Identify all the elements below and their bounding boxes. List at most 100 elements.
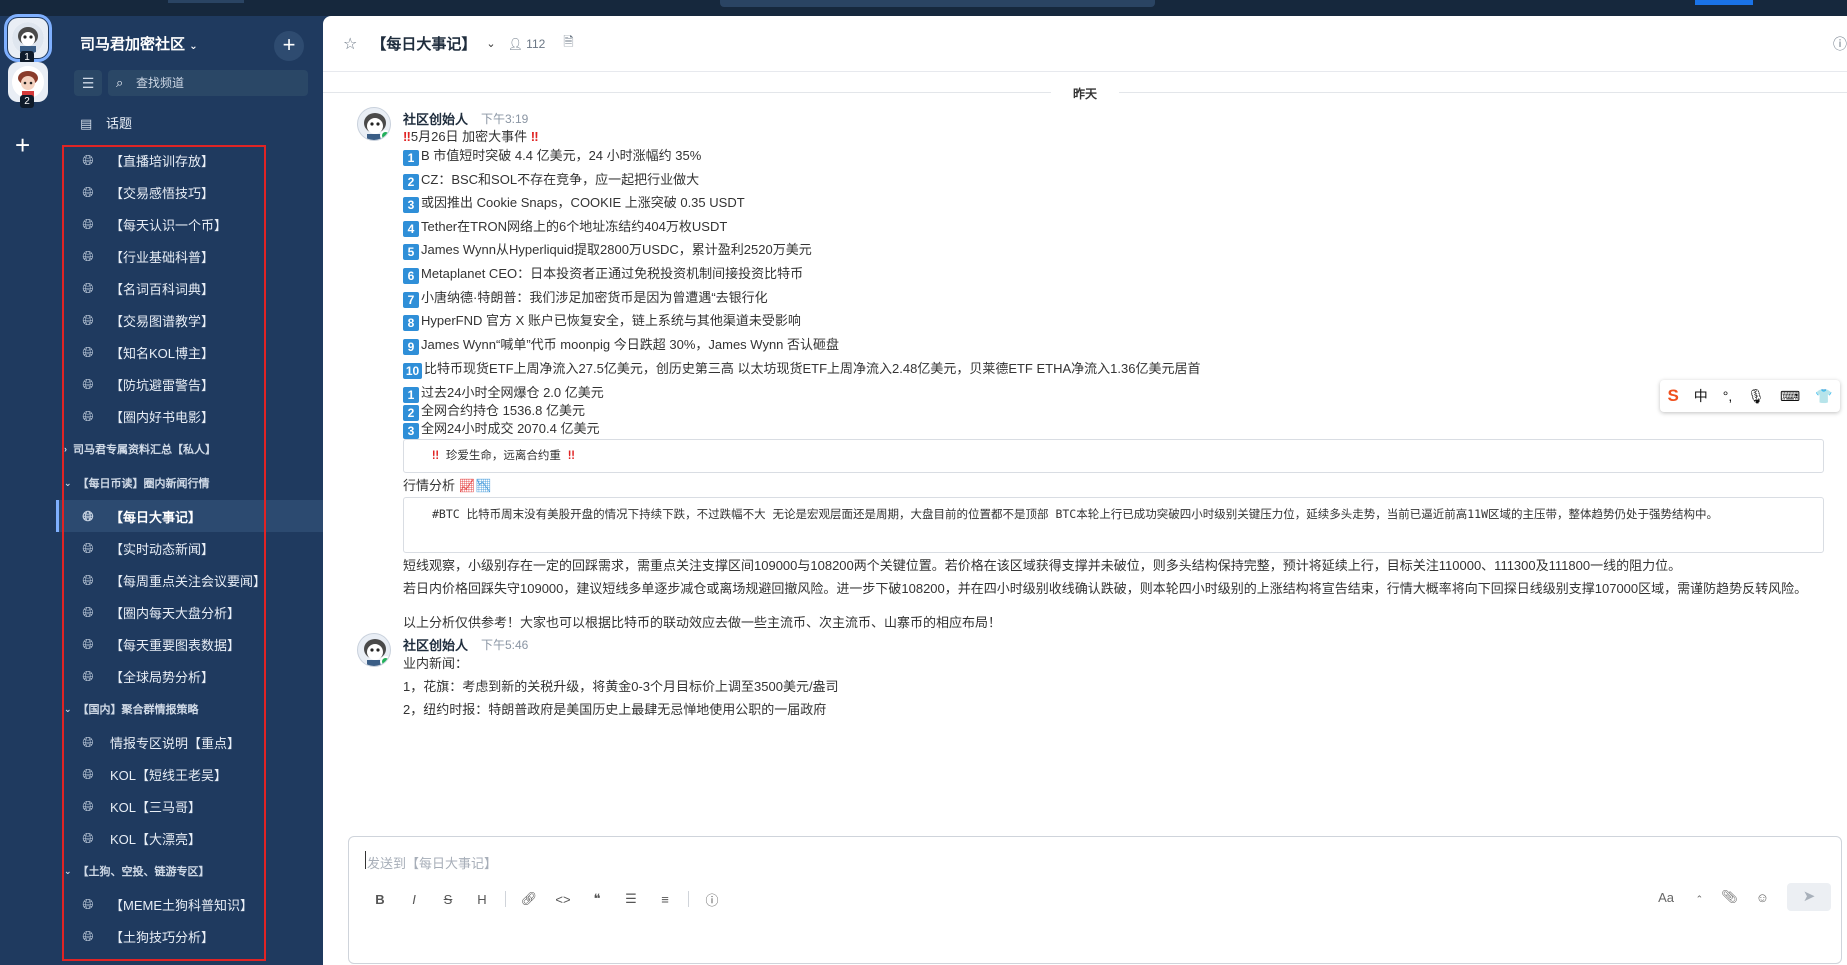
message-author[interactable]: 社区创始人: [403, 635, 468, 654]
analysis-paragraph: 若日内价格回踩失守109000，建议短线多单逐步减仓或离场规避回撤风险。进一步下…: [403, 581, 1808, 596]
sidebar-item-channel[interactable]: 🌐︎ 【防坑避雷警告】: [56, 368, 323, 400]
sidebar-item-channel[interactable]: 🌐︎ KOL【大漂亮】: [56, 822, 323, 854]
link-icon[interactable]: 🔗︎: [512, 891, 546, 907]
sidebar-item-channel[interactable]: 🌐︎ 【交易图谱教学】: [56, 304, 323, 336]
text-caret: [365, 851, 366, 869]
message-composer[interactable]: 发送到【每日大事记】 B I S H 🔗︎ <> ❝ ☰ ≡ ⓘ Aa ⌃ 📎︎…: [348, 836, 1842, 964]
code-icon[interactable]: <>: [546, 892, 580, 907]
sidebar-item-channel[interactable]: 🌐︎ 【每日大事记】: [56, 500, 323, 532]
news-item-text: James Wynn从Hyperliquid提取2800万USDC，累计盈利25…: [421, 242, 812, 257]
info-icon[interactable]: ⓘ: [1833, 34, 1847, 54]
channel-category[interactable]: ⌄ 【国内】聚合群情报策略: [56, 692, 323, 726]
sidebar-item-channel[interactable]: 🌐︎ KOL【三马哥】: [56, 790, 323, 822]
avatar[interactable]: [357, 633, 391, 667]
microphone-icon[interactable]: 🎙: [1747, 388, 1765, 405]
message-time: 下午5:46: [481, 638, 529, 652]
channel-category[interactable]: ⌄ 【土狗、空投、链游专区】: [56, 854, 323, 888]
globe-icon: 🌐︎: [82, 408, 94, 424]
star-icon[interactable]: ☆: [343, 34, 357, 54]
sidebar-item-channel[interactable]: 🌐︎ 【MEME土狗科普知识】: [56, 888, 323, 920]
sidebar-item-channel[interactable]: 🌐︎ 【每周重点关注会议要闻】: [56, 564, 323, 596]
day-divider-label: 昨天: [1050, 87, 1119, 101]
channel-label: 【直播培训存放】: [110, 153, 215, 169]
sidebar-item-channel[interactable]: 🌐︎ 【直播培训存放】: [56, 144, 323, 176]
composer-input[interactable]: 发送到【每日大事记】: [367, 853, 497, 872]
member-count[interactable]: 👤︎ 112: [508, 37, 546, 51]
news-item-text: Tether在TRON网络上的6个地址冻结约404万枚USDT: [421, 219, 728, 234]
double-exclamation-icon: ‼: [432, 448, 439, 462]
channel-category[interactable]: › 司马君专属资料汇总【私人】: [56, 432, 323, 466]
sidebar-item-channel[interactable]: 🌐︎ 情报专区说明【重点】: [56, 726, 323, 758]
news-item: 4 Tether在TRON网络上的6个地址冻结约404万枚USDT: [403, 216, 727, 237]
sidebar-item-channel[interactable]: 🌐︎ 【每天重要图表数据】: [56, 628, 323, 660]
channel-label: 情报专区说明【重点】: [110, 735, 241, 751]
double-exclamation-icon: ‼: [567, 448, 575, 462]
sidebar-item-channel[interactable]: 🌐︎ KOL【短线王老吴】: [56, 758, 323, 790]
avatar[interactable]: [357, 107, 391, 141]
info-icon[interactable]: ⓘ: [695, 890, 729, 909]
news-item: 2 CZ：BSC和SOL不存在竞争，应一起把行业做大: [403, 169, 699, 190]
news-item: 5 James Wynn从Hyperliquid提取2800万USDC，累计盈利2…: [403, 239, 812, 260]
channel-search-input[interactable]: ⌕ 查找频道: [108, 70, 308, 96]
sidebar-item-channel[interactable]: 🌐︎ 【圈内每天大盘分析】: [56, 596, 323, 628]
punctuation-icon[interactable]: °,: [1723, 388, 1733, 404]
sidebar-item-channel[interactable]: 🌐︎ 【名词百科词典】: [56, 272, 323, 304]
category-label: 司马君专属资料汇总【私人】: [73, 444, 216, 456]
emoji-icon[interactable]: ☺: [1756, 890, 1769, 905]
numbered-list-icon[interactable]: ≡: [648, 892, 682, 907]
channel-label: 【全球局势分析】: [110, 669, 215, 685]
filter-icon[interactable]: ☰: [74, 70, 102, 96]
double-exclamation-icon: ‼: [530, 129, 539, 144]
news-item: 7 小唐纳德·特朗普：我们涉足加密货币是因为曾遭遇“去银行化: [403, 287, 768, 308]
sidebar-item-topics[interactable]: ▤ 话题: [80, 113, 132, 132]
ime-toolbar[interactable]: S 中 °, 🎙 ⌨ 👕: [1660, 380, 1840, 412]
bullet-list-icon[interactable]: ☰: [614, 891, 648, 907]
sidebar-item-channel[interactable]: 🌐︎ 【行业基础科普】: [56, 240, 323, 272]
toolbar-divider: [505, 891, 506, 907]
analysis-quote: #BTC 比特币周末没有美股开盘的情况下持续下跌，不过跌幅不大 无论是宏观层面还…: [403, 497, 1824, 553]
server-badge: 2: [20, 95, 34, 108]
server-avatar-icon: [12, 66, 44, 98]
document-icon[interactable]: 🗎: [563, 33, 573, 55]
sidebar-item-channel[interactable]: 🌐︎ 【每天认识一个币】: [56, 208, 323, 240]
heading-icon[interactable]: H: [465, 892, 499, 907]
news-item: 9 James Wynn“喊单”代币 moonpig 今日跌超 30%，James…: [403, 334, 839, 355]
number-badge-icon: 10: [403, 363, 422, 379]
skin-icon[interactable]: 👕: [1815, 388, 1832, 405]
sidebar-item-channel[interactable]: 🌐︎ 【交易感悟技巧】: [56, 176, 323, 208]
globe-icon: 🌐︎: [82, 928, 94, 944]
sogou-logo-icon[interactable]: S: [1667, 386, 1678, 406]
news-item: 6 Metaplanet CEO：日本投资者正通过免税投资机制间接投资比特币: [403, 263, 803, 284]
bold-icon[interactable]: B: [363, 892, 397, 907]
globe-icon: 🌐︎: [82, 508, 94, 524]
channel-title[interactable]: 【每日大事记】: [371, 33, 476, 54]
sidebar-item-channel[interactable]: 🌐︎ 【圈内好书电影】: [56, 400, 323, 432]
sidebar-item-channel[interactable]: 🌐︎ 【实时动态新闻】: [56, 532, 323, 564]
top-action-button[interactable]: [1695, 0, 1753, 5]
keyboard-icon[interactable]: ⌨: [1780, 388, 1800, 405]
stat-item-text: 全网24小时成交 2070.4 亿美元: [421, 421, 600, 436]
chevron-down-icon[interactable]: ⌄: [486, 37, 495, 50]
category-label: 【土狗、空投、链游专区】: [77, 866, 210, 878]
server-icon-2[interactable]: 2: [8, 62, 48, 108]
sidebar-item-channel[interactable]: 🌐︎ 【知名KOL博主】: [56, 336, 323, 368]
chinese-mode-icon[interactable]: 中: [1694, 386, 1708, 406]
add-channel-button[interactable]: +: [274, 31, 304, 61]
add-server-icon[interactable]: +: [15, 132, 30, 158]
strikethrough-icon[interactable]: S: [431, 892, 465, 907]
font-size-toggle[interactable]: Aa ⌃: [1640, 890, 1703, 905]
globe-icon: 🌐︎: [82, 896, 94, 912]
globe-icon: 🌐︎: [82, 312, 94, 328]
global-search-bar[interactable]: [720, 0, 1155, 7]
quote-icon[interactable]: ❝: [580, 891, 614, 907]
channel-category[interactable]: ⌄ 【每日币读】圈内新闻行情: [56, 466, 323, 500]
sidebar-item-channel[interactable]: 🌐︎ 【全球局势分析】: [56, 660, 323, 692]
server-name-dropdown[interactable]: 司马君加密社区 ⌄: [80, 33, 198, 54]
sidebar-item-channel[interactable]: 🌐︎ 【土狗技巧分析】: [56, 920, 323, 952]
channel-label: 【防坑避雷警告】: [110, 377, 215, 393]
attachment-icon[interactable]: 📎︎: [1721, 889, 1738, 905]
category-label: 【每日币读】圈内新闻行情: [77, 478, 210, 490]
italic-icon[interactable]: I: [397, 892, 431, 907]
server-icon-1[interactable]: 1: [4, 14, 52, 64]
send-button[interactable]: ➤: [1787, 883, 1831, 911]
